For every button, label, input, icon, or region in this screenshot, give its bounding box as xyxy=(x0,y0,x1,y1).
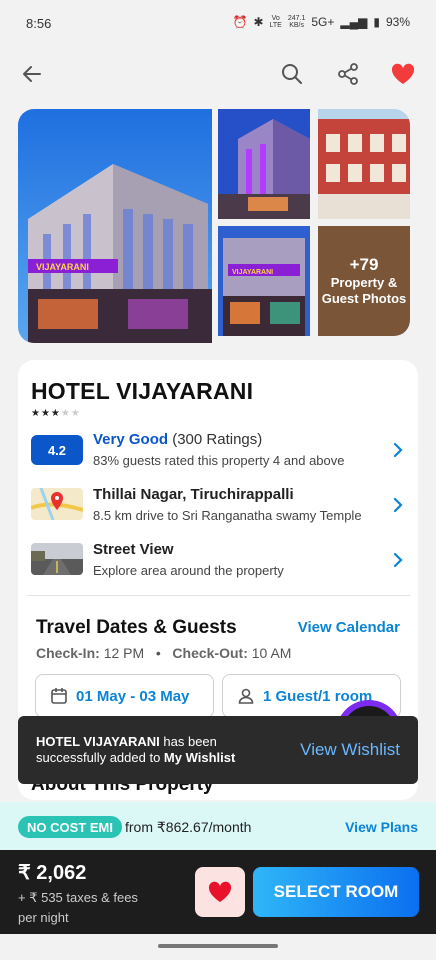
heart-icon xyxy=(208,881,232,902)
rating-badge: 4.2 xyxy=(31,435,83,465)
top-bar xyxy=(0,50,436,98)
svg-text:VIJAYARANI: VIJAYARANI xyxy=(232,269,273,276)
alarm-icon: ⏰ xyxy=(232,15,248,29)
per-night-label: per night xyxy=(18,910,69,925)
location-title: Thillai Nagar, Tiruchirappalli xyxy=(93,486,294,503)
ratings-row[interactable]: 4.2 Very Good (300 Ratings) 83% guests r… xyxy=(31,431,406,475)
wishlist-toast: HOTEL VIJAYARANI has been successfully a… xyxy=(18,716,418,784)
svg-text:VIJAYARANI: VIJAYARANI xyxy=(36,262,89,272)
status-icons: ⏰ ✱ Vo LTE 247.1 KB/s 5G+ ▂▄▆ ▮ 93% xyxy=(233,15,411,29)
heart-icon[interactable] xyxy=(389,60,417,88)
booking-bar: ₹ 2,062 + ₹ 535 taxes & fees per night S… xyxy=(0,850,436,934)
map-pin-icon xyxy=(31,488,83,520)
more-photos-label-2: Guest Photos xyxy=(321,291,407,306)
location-row[interactable]: Thillai Nagar, Tiruchirappalli 8.5 km dr… xyxy=(31,486,406,530)
date-range: 01 May - 03 May xyxy=(76,687,190,705)
bluetooth-icon: ✱ xyxy=(253,15,264,29)
more-photos-count: +79 xyxy=(349,255,379,274)
hotel-photo-3[interactable] xyxy=(318,109,410,219)
signal-type: 5G+ xyxy=(311,15,335,29)
system-nav-bar xyxy=(0,934,436,960)
hotel-name: HOTEL VIJAYARANI xyxy=(31,378,254,404)
view-calendar-link[interactable]: View Calendar xyxy=(298,619,400,636)
search-icon[interactable] xyxy=(278,60,306,88)
status-time: 8:56 xyxy=(26,16,52,31)
view-wishlist-button[interactable]: View Wishlist xyxy=(300,740,400,760)
wishlist-button[interactable] xyxy=(195,867,245,917)
volte-icon: Vo LTE xyxy=(269,15,282,29)
status-bar: 8:56 ⏰ ✱ Vo LTE 247.1 KB/s 5G+ ▂▄▆ ▮ 93% xyxy=(0,0,436,48)
emi-banner: NO COST EMI from ₹862.67/month View Plan… xyxy=(0,802,436,850)
street-view-row[interactable]: Street View Explore area around the prop… xyxy=(31,541,406,585)
photo-gallery[interactable]: VIJAYARANI VIJAYARANI +79 Property & Gue… xyxy=(18,109,418,343)
street-view-title: Street View xyxy=(93,541,174,558)
home-gesture-handle[interactable] xyxy=(158,944,278,948)
chevron-right-icon[interactable] xyxy=(392,496,404,519)
no-cost-emi-badge: NO COST EMI xyxy=(18,816,122,838)
room-price: ₹ 2,062 xyxy=(18,862,87,884)
hotel-photo-4[interactable]: VIJAYARANI xyxy=(218,226,310,336)
chevron-right-icon[interactable] xyxy=(392,551,404,574)
person-icon xyxy=(238,688,254,704)
star-rating: ★★★★★ xyxy=(31,408,81,419)
chevron-right-icon[interactable] xyxy=(392,441,404,464)
hotel-photo-main[interactable]: VIJAYARANI xyxy=(18,109,212,343)
view-plans-link[interactable]: View Plans xyxy=(345,819,418,835)
taxes-fees: + ₹ 535 taxes & fees xyxy=(18,890,138,905)
travel-section-title: Travel Dates & Guests xyxy=(36,617,237,638)
hotel-photo-2[interactable] xyxy=(218,109,310,219)
rating-subtitle: 83% guests rated this property 4 and abo… xyxy=(93,453,345,468)
battery-icon: ▮ xyxy=(373,15,380,29)
network-speed: 247.1 KB/s xyxy=(287,15,306,29)
more-photos-tile[interactable]: +79 Property & Guest Photos xyxy=(318,226,410,336)
calendar-icon xyxy=(51,688,67,704)
select-room-button[interactable]: SELECT ROOM xyxy=(253,867,419,917)
location-subtitle: 8.5 km drive to Sri Ranganatha swamy Tem… xyxy=(93,508,362,523)
signal-icon: ▂▄▆ xyxy=(340,15,368,29)
more-photos-label: Property & xyxy=(330,275,398,290)
check-in-out-times: Check-In: 12 PM • Check-Out: 10 AM xyxy=(36,645,292,661)
back-arrow-icon[interactable] xyxy=(18,60,46,88)
toast-message: HOTEL VIJAYARANI has been successfully a… xyxy=(36,734,236,765)
share-icon[interactable] xyxy=(334,60,362,88)
battery-level: 93% xyxy=(385,15,410,29)
street-view-subtitle: Explore area around the property xyxy=(93,563,284,578)
rating-title: Very Good (300 Ratings) xyxy=(93,431,263,448)
date-selector[interactable]: 01 May - 03 May xyxy=(35,674,214,718)
emi-price: from ₹862.67/month xyxy=(125,819,252,835)
street-view-thumbnail xyxy=(31,543,83,575)
divider xyxy=(27,595,410,596)
